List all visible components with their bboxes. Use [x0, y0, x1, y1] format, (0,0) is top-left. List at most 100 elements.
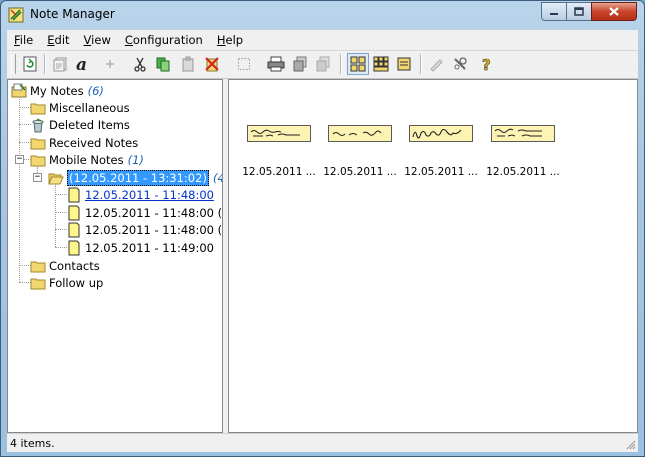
svg-text:a: a: [76, 55, 87, 73]
copy-button[interactable]: [152, 53, 174, 75]
mobile-notes-collapse-toggle[interactable]: −: [15, 155, 24, 164]
tree-item-label: Follow up: [49, 275, 104, 290]
maximize-button[interactable]: [566, 2, 592, 21]
item-count: (1): [127, 152, 144, 167]
add-button[interactable]: [99, 53, 121, 75]
delete-button[interactable]: [201, 53, 223, 75]
note-thumbnail-4[interactable]: [491, 125, 555, 142]
tree-item-note-3[interactable]: 12.05.2011 - 11:48:00 (2): [66, 221, 223, 238]
tree-item-follow-up[interactable]: Follow up: [30, 274, 103, 291]
tree-item-session-selected[interactable]: (12.05.2011 - 13:31:02)(4): [48, 169, 222, 186]
tools-icon: [454, 57, 467, 70]
large-thumbnails-view-button[interactable]: [347, 53, 369, 75]
single-note-icon: [397, 57, 411, 71]
folder-icon: [30, 278, 46, 289]
tree-item-received-notes[interactable]: Received Notes: [30, 134, 138, 151]
item-count: (6): [87, 83, 104, 98]
plus-icon: [106, 60, 114, 68]
scissors-icon: [134, 57, 146, 72]
refresh-button[interactable]: [19, 53, 41, 75]
pen-icon: [430, 59, 443, 72]
new-note-icon: [53, 57, 67, 72]
tree-item-label: 12.05.2011 - 11:48:00: [85, 187, 214, 202]
tree-line: [19, 99, 20, 282]
tree-item-miscellaneous[interactable]: Miscellaneous: [30, 99, 130, 116]
tree-item-label: Miscellaneous: [49, 100, 130, 115]
folder-tree[interactable]: − − My Notes (6) Miscellaneous Deleted It…: [7, 79, 223, 433]
export-button[interactable]: [312, 53, 334, 75]
paste-button[interactable]: [177, 53, 199, 75]
menu-help[interactable]: Help: [210, 33, 250, 47]
tree-item-label: Received Notes: [49, 135, 139, 150]
note-thumbnail-2[interactable]: [328, 125, 392, 142]
tools-button[interactable]: [449, 53, 471, 75]
tree-item-label: 12.05.2011 - 11:48:00 (2): [85, 222, 223, 237]
app-window: Note Manager File Edit View Configuratio…: [0, 0, 645, 457]
toolbar: a ?: [7, 51, 638, 79]
session-collapse-toggle[interactable]: −: [33, 173, 42, 182]
toolbar-separator: [44, 54, 46, 74]
font-icon: a: [76, 55, 87, 73]
thumbnail-label: 12.05.2011 ...: [404, 166, 478, 178]
small-thumbnails-view-button[interactable]: [370, 53, 392, 75]
note-thumbnail-3[interactable]: [409, 125, 473, 142]
tree-item-label: Mobile Notes: [49, 152, 124, 167]
edit-note-button[interactable]: [425, 53, 447, 75]
menu-view[interactable]: View: [77, 33, 118, 47]
new-note-button[interactable]: [49, 53, 71, 75]
svg-text:?: ?: [482, 56, 491, 72]
menu-file[interactable]: File: [7, 33, 40, 47]
select-button[interactable]: [233, 53, 255, 75]
note-icon: [68, 222, 80, 237]
resize-grip-icon[interactable]: [624, 438, 636, 450]
tree-item-contacts[interactable]: Contacts: [30, 257, 100, 274]
tree-item-mobile-notes[interactable]: Mobile Notes (1): [30, 151, 144, 168]
menu-configuration-accel: C: [124, 33, 133, 47]
folder-icon: [30, 138, 46, 149]
export-icon: [316, 56, 330, 72]
tree-item-label: 12.05.2011 - 11:49:00: [85, 240, 214, 255]
tree-item-deleted-items[interactable]: Deleted Items: [30, 116, 130, 133]
menu-edit[interactable]: Edit: [40, 33, 76, 47]
single-note-view-button[interactable]: [393, 53, 415, 75]
menu-configuration-label: onfiguration: [132, 33, 203, 47]
help-button[interactable]: ?: [475, 53, 497, 75]
help-icon: ?: [482, 56, 491, 72]
toolbar-grip[interactable]: [11, 54, 16, 74]
small-thumbnails-icon: [373, 56, 389, 72]
tree-item-label: 12.05.2011 - 11:48:00 (1): [85, 205, 223, 220]
handwriting-preview: [332, 130, 382, 136]
menu-bar: File Edit View Configuration Help: [7, 30, 638, 51]
folder-icon: [30, 103, 46, 114]
close-button[interactable]: [591, 2, 637, 21]
title-bar[interactable]: Note Manager: [1, 1, 644, 29]
font-button[interactable]: a: [71, 53, 93, 75]
toolbar-separator: [340, 54, 342, 74]
toolbar-separator: [420, 54, 422, 74]
tree-item-label: My Notes: [30, 83, 84, 98]
note-icon: [68, 187, 80, 202]
menu-help-label: elp: [225, 33, 244, 47]
menu-help-accel: H: [216, 33, 226, 47]
tree-item-note-4[interactable]: 12.05.2011 - 11:49:00: [66, 239, 214, 256]
close-icon: [609, 7, 619, 16]
tree-item-note-1[interactable]: 12.05.2011 - 11:48:00: [66, 186, 214, 203]
paste-icon: [182, 56, 194, 72]
minimize-button[interactable]: [541, 2, 567, 21]
send-button[interactable]: [289, 53, 311, 75]
delete-icon: [205, 57, 219, 72]
handwriting-preview: [494, 128, 542, 137]
status-bar: 4 items.: [7, 433, 638, 452]
tree-item-note-2[interactable]: 12.05.2011 - 11:48:00 (1): [66, 204, 223, 221]
note-thumbnail-1[interactable]: [247, 125, 311, 142]
tree-item-label: Deleted Items: [49, 117, 130, 132]
minimize-icon: [550, 12, 558, 15]
cut-button[interactable]: [129, 53, 151, 75]
maximize-icon: [574, 7, 584, 16]
note-thumbnail-list[interactable]: 12.05.2011 ... 12.05.2011 ... 12.05.2011…: [228, 79, 638, 433]
print-button[interactable]: [265, 53, 287, 75]
handwriting-preview: [412, 128, 462, 139]
window-title: Note Manager: [30, 7, 115, 21]
tree-item-my-notes[interactable]: My Notes (6): [11, 82, 104, 99]
menu-configuration[interactable]: Configuration: [118, 33, 210, 47]
